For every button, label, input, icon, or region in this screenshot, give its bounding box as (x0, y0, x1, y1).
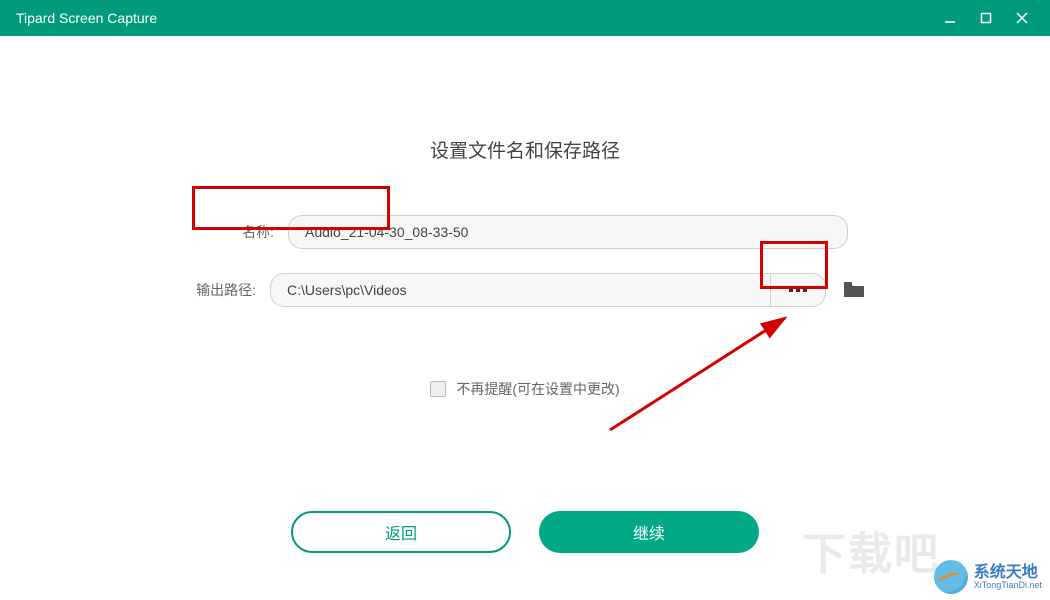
titlebar: Tipard Screen Capture (0, 0, 1050, 36)
watermark-faded: 下载吧 (802, 518, 940, 582)
open-folder-button[interactable] (842, 280, 866, 300)
close-button[interactable] (1004, 0, 1040, 36)
dont-remind-checkbox[interactable] (430, 381, 446, 397)
path-row: 输出路径: (184, 273, 866, 307)
name-label: 名称: (202, 222, 274, 242)
watermark: 系统天地 XiTongTianDi.net (934, 560, 1042, 594)
browse-button[interactable] (770, 273, 826, 307)
watermark-en: XiTongTianDi.net (974, 581, 1042, 590)
path-label: 输出路径: (184, 280, 256, 300)
dont-remind-row: 不再提醒(可在设置中更改) (430, 379, 619, 399)
continue-button[interactable]: 继续 (539, 511, 759, 553)
name-input[interactable] (288, 215, 848, 249)
minimize-button[interactable] (932, 0, 968, 36)
globe-icon (934, 560, 968, 594)
window-controls (932, 0, 1040, 36)
path-input[interactable] (270, 273, 770, 307)
watermark-text: 系统天地 XiTongTianDi.net (974, 565, 1042, 590)
watermark-cn: 系统天地 (974, 565, 1042, 581)
maximize-button[interactable] (968, 0, 1004, 36)
app-title: Tipard Screen Capture (16, 10, 157, 26)
dont-remind-label: 不再提醒(可在设置中更改) (456, 379, 619, 399)
app-window: Tipard Screen Capture 设置文件名和保存路径 名称: 输出路… (0, 0, 1050, 600)
content-area: 设置文件名和保存路径 名称: 输出路径: 不再提醒(可在设置中更改) 返回 (0, 36, 1050, 553)
ellipsis-icon (789, 288, 807, 292)
button-row: 返回 继续 (291, 511, 759, 553)
folder-icon (843, 281, 865, 299)
back-button[interactable]: 返回 (291, 511, 511, 553)
name-row: 名称: (202, 215, 848, 249)
page-heading: 设置文件名和保存路径 (430, 136, 620, 163)
